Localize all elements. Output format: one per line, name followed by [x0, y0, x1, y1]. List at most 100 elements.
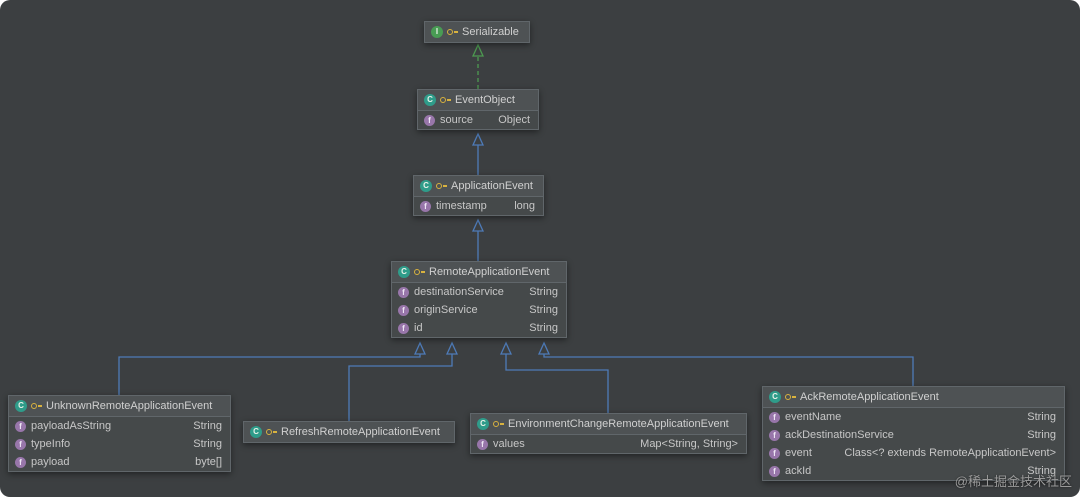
class-icon: C — [769, 391, 781, 403]
generalization-arrowhead — [473, 220, 483, 231]
key-icon — [414, 267, 425, 277]
class-name: RemoteApplicationEvent — [429, 266, 549, 278]
field-row[interactable]: f event Class<? extends RemoteApplicatio… — [763, 444, 1064, 462]
field-icon: f — [769, 466, 780, 477]
field-icon: f — [420, 201, 431, 212]
class-name: RefreshRemoteApplicationEvent — [281, 426, 440, 438]
class-icon: C — [424, 94, 436, 106]
field-icon: f — [398, 287, 409, 298]
generalization-arrowhead — [539, 343, 549, 354]
generalization-arrowhead — [447, 343, 457, 354]
class-icon: C — [420, 180, 432, 192]
interface-icon: I — [431, 26, 443, 38]
field-icon: f — [15, 421, 26, 432]
field-row[interactable]: f payload byte[] — [9, 453, 230, 471]
field-row[interactable]: f values Map<String, String> — [471, 435, 746, 453]
field-name: ackId — [785, 465, 811, 477]
key-icon — [266, 427, 277, 437]
field-type: Class<? extends RemoteApplicationEvent> — [844, 447, 1056, 459]
field-icon: f — [769, 412, 780, 423]
field-type: long — [514, 200, 535, 212]
class-node-remoteapplicationevent[interactable]: C RemoteApplicationEvent f destinationSe… — [391, 261, 567, 338]
field-type: Map<String, String> — [640, 438, 738, 450]
class-node-eventobject[interactable]: C EventObject f source Object — [417, 89, 539, 130]
class-name: ApplicationEvent — [451, 180, 533, 192]
class-name: EventObject — [455, 94, 515, 106]
generalization-arrowhead — [473, 134, 483, 145]
class-name: AckRemoteApplicationEvent — [800, 391, 939, 403]
class-node-environmentchangeremoteapplicationevent[interactable]: C EnvironmentChangeRemoteApplicationEven… — [470, 413, 747, 454]
class-header[interactable]: I Serializable — [425, 22, 529, 42]
key-icon — [785, 392, 796, 402]
field-name: timestamp — [436, 200, 487, 212]
field-icon: f — [424, 115, 435, 126]
class-header[interactable]: C EventObject — [418, 90, 538, 111]
field-row[interactable]: f id String — [392, 319, 566, 337]
field-icon: f — [15, 457, 26, 468]
field-row[interactable]: f destinationService String — [392, 283, 566, 301]
realization-arrowhead — [473, 45, 483, 56]
field-name: originService — [414, 304, 478, 316]
field-type: String — [1027, 429, 1056, 441]
field-row[interactable]: f source Object — [418, 111, 538, 129]
class-header[interactable]: C EnvironmentChangeRemoteApplicationEven… — [471, 414, 746, 435]
watermark: @稀土掘金技术社区 — [955, 471, 1072, 490]
generalization-edge — [506, 354, 608, 413]
field-icon: f — [398, 323, 409, 334]
class-name: Serializable — [462, 26, 519, 38]
key-icon — [31, 401, 42, 411]
class-icon: C — [250, 426, 262, 438]
field-type: String — [193, 438, 222, 450]
field-icon: f — [15, 439, 26, 450]
field-row[interactable]: f payloadAsString String — [9, 417, 230, 435]
field-type: String — [193, 420, 222, 432]
generalization-arrowhead — [501, 343, 511, 354]
field-name: destinationService — [414, 286, 504, 298]
key-icon — [493, 419, 504, 429]
generalization-edge — [544, 354, 913, 386]
class-icon: C — [398, 266, 410, 278]
field-row[interactable]: f typeInfo String — [9, 435, 230, 453]
field-type: String — [1027, 411, 1056, 423]
class-node-serializable[interactable]: I Serializable — [424, 21, 530, 43]
class-header[interactable]: C UnknownRemoteApplicationEvent — [9, 396, 230, 417]
class-node-unknownremoteapplicationevent[interactable]: C UnknownRemoteApplicationEvent f payloa… — [8, 395, 231, 472]
field-type: String — [529, 286, 558, 298]
field-name: event — [785, 447, 812, 459]
field-type: String — [529, 304, 558, 316]
field-icon: f — [477, 439, 488, 450]
generalization-arrowhead — [415, 343, 425, 354]
field-type: String — [529, 322, 558, 334]
field-type: Object — [498, 114, 530, 126]
uml-diagram-canvas[interactable]: I Serializable C EventObject f source Ob… — [0, 0, 1080, 497]
field-row[interactable]: f eventName String — [763, 408, 1064, 426]
field-name: payload — [31, 456, 70, 468]
field-name: id — [414, 322, 423, 334]
class-node-ackremoteapplicationevent[interactable]: C AckRemoteApplicationEvent f eventName … — [762, 386, 1065, 481]
class-node-applicationevent[interactable]: C ApplicationEvent f timestamp long — [413, 175, 544, 216]
generalization-edge — [119, 354, 420, 395]
class-icon: C — [15, 400, 27, 412]
field-name: values — [493, 438, 525, 450]
field-name: ackDestinationService — [785, 429, 894, 441]
key-icon — [440, 95, 451, 105]
field-row[interactable]: f originService String — [392, 301, 566, 319]
class-header[interactable]: C RemoteApplicationEvent — [392, 262, 566, 283]
class-icon: C — [477, 418, 489, 430]
class-node-refreshremoteapplicationevent[interactable]: C RefreshRemoteApplicationEvent — [243, 421, 455, 443]
class-name: EnvironmentChangeRemoteApplicationEvent — [508, 418, 729, 430]
class-header[interactable]: C RefreshRemoteApplicationEvent — [244, 422, 454, 442]
field-name: source — [440, 114, 473, 126]
field-name: payloadAsString — [31, 420, 111, 432]
key-icon — [447, 27, 458, 37]
field-row[interactable]: f timestamp long — [414, 197, 543, 215]
class-name: UnknownRemoteApplicationEvent — [46, 400, 212, 412]
class-header[interactable]: C AckRemoteApplicationEvent — [763, 387, 1064, 408]
field-name: typeInfo — [31, 438, 70, 450]
field-icon: f — [769, 430, 780, 441]
generalization-edge — [349, 354, 452, 421]
field-type: byte[] — [195, 456, 222, 468]
key-icon — [436, 181, 447, 191]
class-header[interactable]: C ApplicationEvent — [414, 176, 543, 197]
field-row[interactable]: f ackDestinationService String — [763, 426, 1064, 444]
